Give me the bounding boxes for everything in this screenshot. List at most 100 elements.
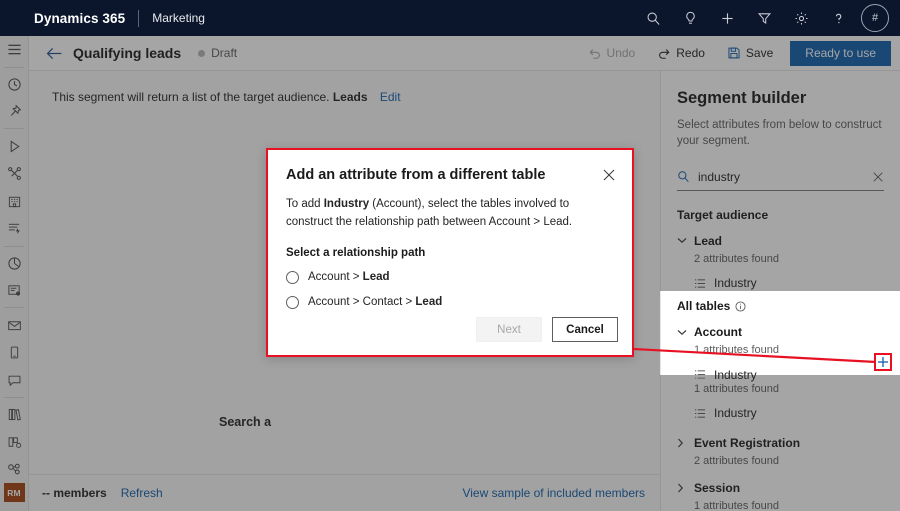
optionset-icon	[694, 369, 706, 380]
close-icon[interactable]	[602, 167, 616, 182]
attribute-row-account-industry[interactable]: Industry	[694, 366, 884, 383]
back-arrow-icon[interactable]	[37, 47, 71, 60]
segments-icon[interactable]	[0, 456, 29, 484]
gear-icon[interactable]	[783, 0, 820, 36]
chat-icon[interactable]	[0, 366, 29, 394]
table-row-session[interactable]: Session	[677, 481, 884, 495]
attribute-row[interactable]: Industry	[694, 275, 884, 292]
status-dot-icon	[198, 50, 205, 57]
segment-description: This segment will return a list of the t…	[52, 90, 401, 104]
relationship-option-1[interactable]: Account > Lead	[286, 271, 614, 284]
relationship-path-label: Select a relationship path	[286, 247, 614, 259]
app-name-label[interactable]: Marketing	[152, 11, 205, 25]
save-label: Save	[746, 46, 773, 60]
command-bar: Qualifying leads Draft Undo Redo	[29, 36, 900, 71]
attribute-search-box[interactable]	[677, 164, 884, 191]
radio-button[interactable]	[286, 271, 299, 284]
journey-icon[interactable]	[0, 160, 29, 188]
ready-to-use-button[interactable]: Ready to use	[790, 41, 891, 66]
view-sample-link[interactable]: View sample of included members	[462, 486, 645, 500]
email-icon[interactable]	[0, 311, 29, 339]
attribute-count: 2 attributes found	[694, 253, 884, 265]
rail-divider	[4, 307, 24, 308]
edit-link[interactable]: Edit	[380, 90, 401, 104]
pie-icon[interactable]	[0, 249, 29, 277]
search-icon	[677, 170, 690, 183]
info-icon[interactable]	[735, 301, 746, 312]
dialog-description: To add Industry (Account), select the ta…	[286, 196, 614, 231]
attribute-name: Industry	[714, 368, 757, 382]
segment-target-entity: Leads	[333, 90, 368, 104]
play-icon[interactable]	[0, 132, 29, 160]
command-bar-actions: Undo Redo Save Ready to use	[577, 38, 900, 68]
radio-button[interactable]	[286, 296, 299, 309]
chevron-right-icon[interactable]	[677, 483, 687, 493]
chevron-down-icon[interactable]	[677, 329, 687, 336]
relationship-option-2-label: Account > Contact > Lead	[308, 296, 442, 308]
clear-icon[interactable]	[872, 171, 884, 183]
opt2-bold: Lead	[415, 296, 442, 308]
pin-icon[interactable]	[0, 98, 29, 126]
brand-divider	[138, 10, 139, 27]
left-rail: RM	[0, 36, 29, 511]
dialog-body: To add Industry (Account), select the ta…	[268, 184, 632, 309]
segment-description-text: This segment will return a list of the t…	[52, 90, 329, 104]
attribute-count-shadow: 1 attributes found	[694, 383, 884, 395]
templates-icon[interactable]	[0, 428, 29, 456]
search-icon[interactable]	[635, 0, 672, 36]
table-row-lead[interactable]: Lead	[677, 234, 884, 248]
plus-icon[interactable]	[709, 0, 746, 36]
table-row-account[interactable]: Account	[677, 325, 884, 339]
library-icon[interactable]	[0, 401, 29, 429]
app-root: Dynamics 365 Marketing	[0, 0, 900, 511]
canvas-footer: -- members Refresh View sample of includ…	[29, 474, 660, 511]
chevron-right-icon[interactable]	[677, 438, 687, 448]
status-label: Draft	[211, 46, 237, 60]
lightbulb-icon[interactable]	[672, 0, 709, 36]
opt1-prefix: Account >	[308, 271, 363, 283]
user-avatar-tile[interactable]: RM	[4, 483, 25, 502]
relationship-option-1-label: Account > Lead	[308, 271, 390, 283]
save-button[interactable]: Save	[716, 38, 784, 68]
avatar[interactable]: #	[861, 4, 889, 32]
building-icon[interactable]	[0, 187, 29, 215]
attribute-count: 1 attributes found	[694, 344, 884, 356]
refresh-link[interactable]: Refresh	[121, 486, 163, 500]
add-attribute-dialog: Add an attribute from a different table …	[266, 148, 634, 357]
search-input[interactable]	[698, 170, 864, 184]
list-flash-icon[interactable]	[0, 215, 29, 243]
opt1-bold: Lead	[363, 271, 390, 283]
add-attribute-plus-icon[interactable]	[874, 353, 892, 371]
undo-button[interactable]: Undo	[577, 38, 647, 68]
table-row-event-registration[interactable]: Event Registration	[677, 436, 884, 450]
dialog-title: Add an attribute from a different table	[286, 167, 602, 184]
attribute-row-shadow[interactable]: Industry	[694, 405, 884, 422]
redo-button[interactable]: Redo	[646, 38, 716, 68]
undo-label: Undo	[607, 46, 636, 60]
recent-icon[interactable]	[0, 70, 29, 98]
attribute-name-shadow: Industry	[714, 406, 757, 420]
dialog-header: Add an attribute from a different table	[268, 150, 632, 184]
top-navigation-bar: Dynamics 365 Marketing	[0, 0, 900, 36]
table-name: Lead	[694, 234, 722, 248]
attribute-count: 1 attributes found	[694, 500, 884, 511]
form-icon[interactable]	[0, 277, 29, 305]
chevron-down-icon[interactable]	[677, 237, 687, 244]
help-icon[interactable]	[820, 0, 857, 36]
brand-label[interactable]: Dynamics 365	[34, 11, 125, 26]
relationship-option-2[interactable]: Account > Contact > Lead	[286, 296, 614, 309]
table-name: Event Registration	[694, 436, 800, 450]
hamburger-icon[interactable]	[0, 36, 29, 64]
target-audience-header: Target audience	[677, 208, 884, 222]
attribute-count: 2 attributes found	[694, 455, 884, 467]
panel-title: Segment builder	[677, 71, 884, 108]
topnav-branding: Dynamics 365 Marketing	[0, 10, 205, 27]
next-button[interactable]: Next	[476, 317, 542, 342]
redo-label: Redo	[676, 46, 705, 60]
rail-divider	[4, 246, 24, 247]
cancel-button[interactable]: Cancel	[552, 317, 618, 342]
rail-divider	[4, 397, 24, 398]
all-tables-highlight-region: All tables Account 1 attributes found	[660, 291, 900, 375]
mobile-icon[interactable]	[0, 339, 29, 367]
filter-icon[interactable]	[746, 0, 783, 36]
